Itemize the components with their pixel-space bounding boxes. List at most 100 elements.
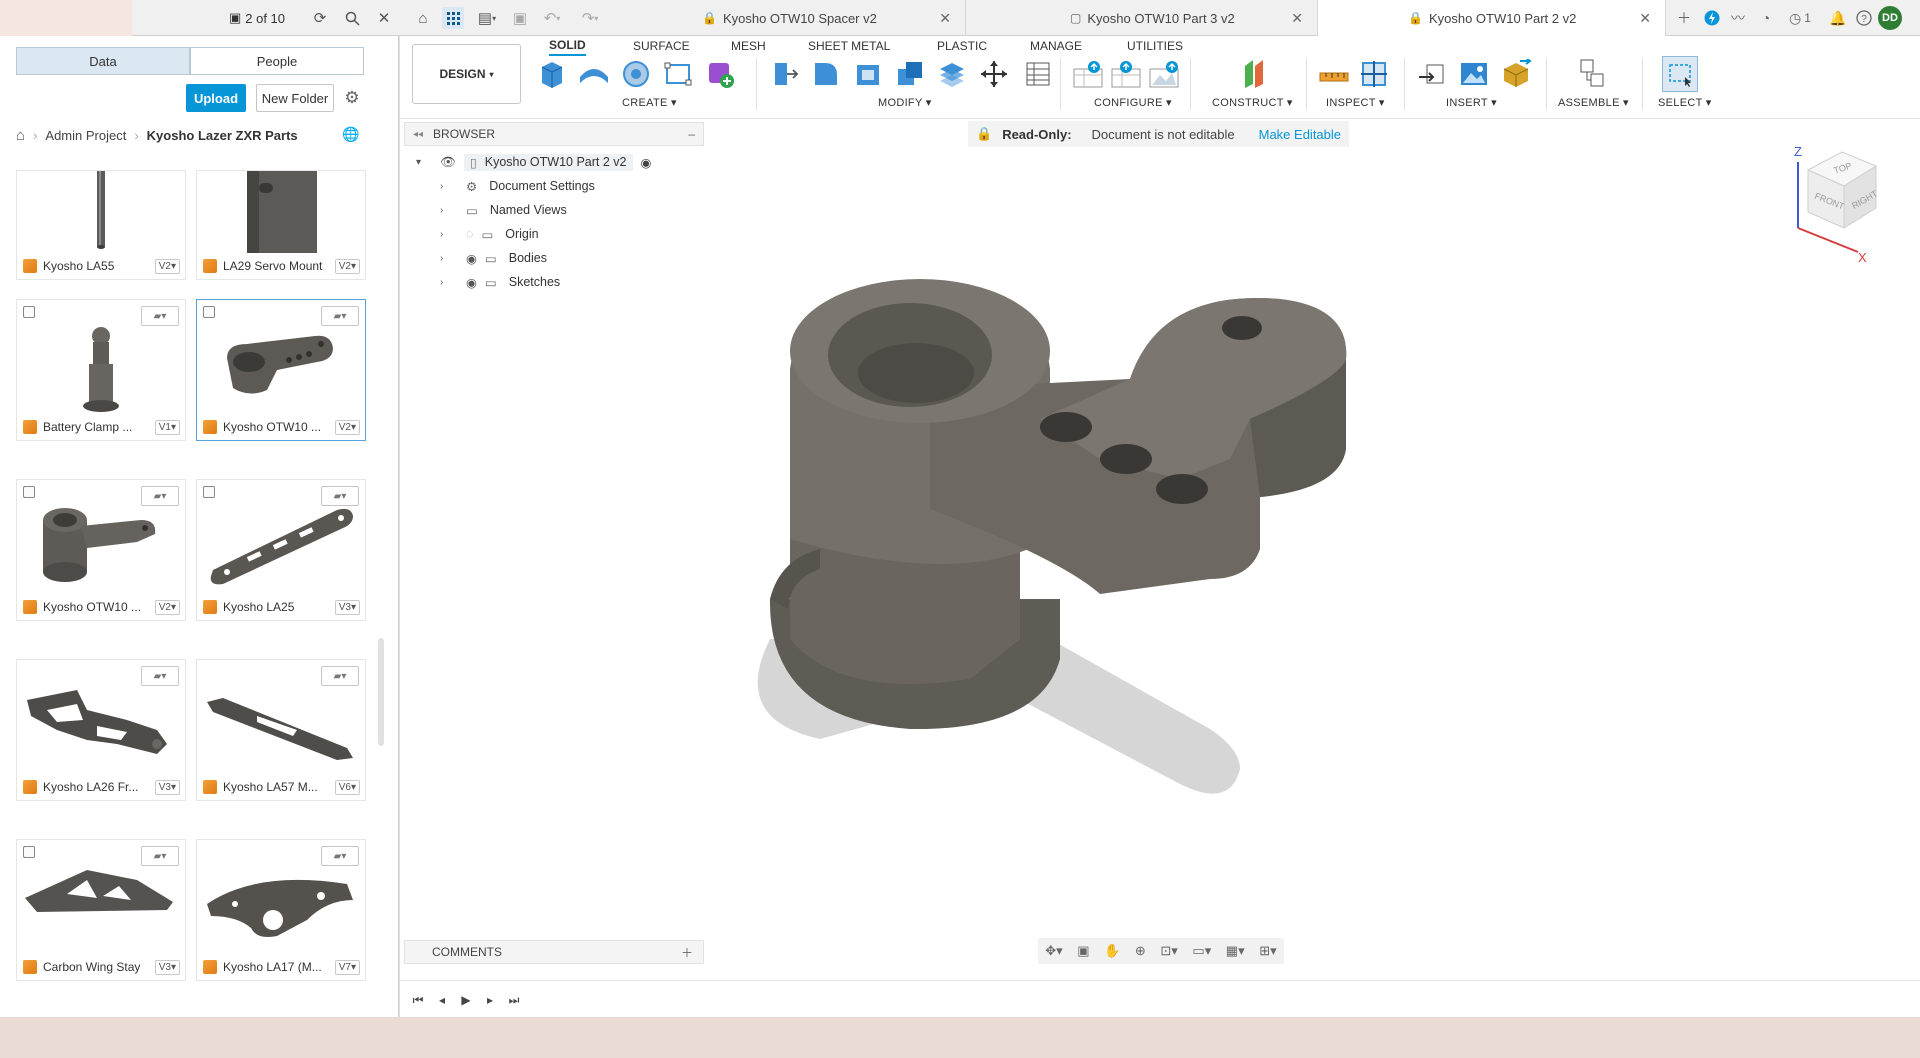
chevron-right-icon[interactable]: › bbox=[440, 277, 454, 288]
combine-icon[interactable] bbox=[894, 58, 926, 90]
breadcrumb-folder[interactable]: Kyosho Lazer ZXR Parts bbox=[147, 128, 298, 143]
document-counter[interactable]: ▣ 2 of 10 bbox=[224, 7, 290, 29]
data-panel-sync-icon[interactable]: 〰 bbox=[1728, 8, 1748, 28]
card-menu-button[interactable]: ▰▾ bbox=[141, 486, 179, 506]
gear-icon[interactable]: ⚙ bbox=[341, 87, 363, 109]
list-item[interactable]: ▰▾ Kyosho LA25 V3▾ bbox=[196, 479, 366, 621]
tree-node-sketches[interactable]: › ◉ ▭ Sketches bbox=[440, 271, 560, 293]
minimize-icon[interactable]: – bbox=[688, 127, 695, 141]
chevron-down-icon[interactable]: ▾ bbox=[416, 157, 430, 168]
part-model[interactable] bbox=[400, 119, 1920, 979]
group-configure[interactable]: CONFIGURE ▾ bbox=[1094, 96, 1172, 109]
home-icon[interactable]: ⌂ bbox=[16, 127, 25, 144]
fit-icon[interactable]: ⊡▾ bbox=[1160, 943, 1177, 959]
fillet-icon[interactable] bbox=[810, 58, 842, 90]
workspace-switcher[interactable]: DESIGN ▾ bbox=[412, 44, 521, 104]
revolve-icon[interactable] bbox=[620, 58, 652, 90]
tab-surface[interactable]: SURFACE bbox=[633, 36, 690, 56]
version-badge[interactable]: V1▾ bbox=[154, 419, 180, 435]
step-back-icon[interactable]: ◂ bbox=[434, 993, 450, 1007]
new-tab-icon[interactable]: ＋ bbox=[1674, 8, 1694, 28]
list-item[interactable]: ▰▾ Carbon Wing Stay V3▾ bbox=[16, 839, 186, 981]
redo-icon[interactable]: ↷ ▾ bbox=[576, 7, 604, 29]
doc-tab-part2[interactable]: 🔒 Kyosho OTW10 Part 2 v2 ✕ bbox=[1318, 0, 1666, 36]
viewcube[interactable]: Z X TOP FRONT RIGHT bbox=[1788, 140, 1888, 265]
insert-mcmaster-icon[interactable] bbox=[1500, 58, 1532, 90]
viewports-icon[interactable]: ⊞▾ bbox=[1259, 943, 1276, 959]
configure-table-icon[interactable] bbox=[1072, 58, 1104, 90]
group-modify[interactable]: MODIFY ▾ bbox=[878, 96, 932, 109]
save-icon[interactable]: ▣ bbox=[510, 7, 530, 29]
close-tab-icon[interactable]: ✕ bbox=[939, 10, 951, 27]
measure-icon[interactable] bbox=[1318, 58, 1350, 90]
card-menu-button[interactable]: ▰▾ bbox=[141, 306, 179, 326]
look-at-icon[interactable]: ▣ bbox=[1077, 943, 1089, 959]
group-construct[interactable]: CONSTRUCT ▾ bbox=[1212, 96, 1293, 109]
notifications-icon[interactable]: 🔔 bbox=[1828, 8, 1848, 28]
skip-to-start-icon[interactable]: ⏮ bbox=[410, 993, 426, 1007]
breadcrumb-project[interactable]: Admin Project bbox=[45, 128, 126, 143]
list-item[interactable]: ▰▾ Kyosho LA26 Fr... V3▾ bbox=[16, 659, 186, 801]
extrude-icon[interactable] bbox=[578, 58, 610, 90]
browser-root-label[interactable]: ▯ Kyosho OTW10 Part 2 v2 bbox=[463, 153, 633, 171]
chevron-right-icon[interactable]: › bbox=[440, 205, 454, 216]
new-component-icon[interactable] bbox=[536, 58, 568, 90]
move-icon[interactable] bbox=[978, 58, 1010, 90]
upload-button[interactable]: Upload bbox=[186, 84, 246, 112]
configure-theme-icon[interactable] bbox=[1148, 58, 1180, 90]
browser-header[interactable]: ◂◂ BROWSER – bbox=[404, 122, 704, 146]
add-comment-icon[interactable]: ＋ bbox=[681, 944, 693, 961]
close-tab-icon[interactable]: ✕ bbox=[1291, 10, 1303, 27]
list-item[interactable]: ▰▾ Kyosho OTW10 ... V2▾ bbox=[16, 479, 186, 621]
group-assemble[interactable]: ASSEMBLE ▾ bbox=[1558, 96, 1629, 109]
card-menu-button[interactable]: ▰▾ bbox=[321, 486, 359, 506]
list-item[interactable]: LA29 Servo Mount V2▾ bbox=[196, 170, 366, 280]
chevron-right-icon[interactable]: › bbox=[440, 181, 454, 192]
tab-mesh[interactable]: MESH bbox=[731, 36, 766, 56]
eye-icon[interactable]: ◉ bbox=[466, 251, 477, 266]
tab-sheet-metal[interactable]: SHEET METAL bbox=[808, 36, 890, 56]
doc-tab-spacer[interactable]: 🔒 Kyosho OTW10 Spacer v2 ✕ bbox=[690, 0, 966, 36]
chevron-right-icon[interactable]: › bbox=[440, 253, 454, 264]
pan-icon[interactable]: ✋ bbox=[1104, 943, 1120, 959]
help-icon[interactable]: ? bbox=[1854, 8, 1874, 28]
offset-face-icon[interactable] bbox=[936, 58, 968, 90]
version-badge[interactable]: V3▾ bbox=[154, 779, 180, 795]
undo-icon[interactable]: ↶ ▾ bbox=[538, 7, 566, 29]
home-icon[interactable]: ⌂ bbox=[413, 7, 433, 29]
file-menu-icon[interactable]: ▤ ▾ bbox=[474, 7, 500, 29]
close-panel-icon[interactable]: ✕ bbox=[374, 7, 394, 29]
shell-icon[interactable] bbox=[852, 58, 884, 90]
list-item[interactable]: ▰▾ Battery Clamp ... V1▾ bbox=[16, 299, 186, 441]
user-avatar[interactable]: DD bbox=[1878, 6, 1902, 30]
version-badge[interactable]: V3▾ bbox=[154, 959, 180, 975]
tab-data[interactable]: Data bbox=[16, 47, 190, 75]
parameters-icon[interactable] bbox=[1020, 58, 1052, 90]
new-folder-button[interactable]: New Folder bbox=[256, 84, 334, 112]
card-menu-button[interactable]: ▰▾ bbox=[141, 846, 179, 866]
version-badge[interactable]: V7▾ bbox=[334, 959, 360, 975]
version-badge[interactable]: V3▾ bbox=[334, 599, 360, 615]
tab-plastic[interactable]: PLASTIC bbox=[937, 36, 987, 56]
card-menu-button[interactable]: ▰▾ bbox=[141, 666, 179, 686]
list-item[interactable]: ▰▾ Kyosho LA57 M... V6▾ bbox=[196, 659, 366, 801]
doc-tab-part3[interactable]: ▢ Kyosho OTW10 Part 3 v2 ✕ bbox=[1040, 0, 1318, 36]
grid-apps-icon[interactable] bbox=[442, 7, 464, 29]
version-badge[interactable]: V2▾ bbox=[154, 258, 180, 274]
grid-settings-icon[interactable]: ▦▾ bbox=[1226, 943, 1245, 959]
insert-derive-icon[interactable] bbox=[1416, 58, 1448, 90]
tab-utilities[interactable]: UTILITIES bbox=[1127, 36, 1183, 56]
card-menu-button[interactable]: ▰▾ bbox=[321, 846, 359, 866]
version-badge[interactable]: V2▾ bbox=[154, 599, 180, 615]
group-insert[interactable]: INSERT ▾ bbox=[1446, 96, 1497, 109]
configure-rule-icon[interactable] bbox=[1110, 58, 1142, 90]
list-item-selected[interactable]: ▰▾ Kyosho OTW10 ... V2▾ bbox=[196, 299, 366, 441]
chevron-right-icon[interactable]: › bbox=[440, 229, 454, 240]
orbit-icon[interactable]: ✥▾ bbox=[1045, 943, 1062, 959]
job-status[interactable]: ◷ 1 bbox=[1782, 8, 1818, 28]
offset-plane-icon[interactable] bbox=[1238, 58, 1270, 90]
activate-radio-icon[interactable]: ◉ bbox=[641, 155, 652, 170]
list-item[interactable]: ▰▾ Kyosho LA17 (M... V7▾ bbox=[196, 839, 366, 981]
globe-icon[interactable]: 🌐 bbox=[342, 126, 360, 144]
tree-node-named-views[interactable]: › ▭ Named Views bbox=[440, 199, 567, 221]
